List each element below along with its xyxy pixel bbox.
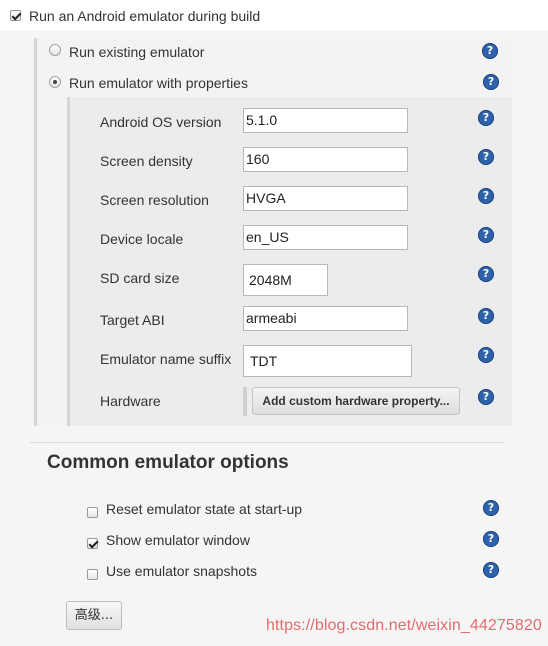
show-emulator-window-checkbox[interactable] [87,538,98,549]
device-locale-label: Device locale [100,231,184,247]
add-custom-hardware-property-button[interactable]: Add custom hardware property... [252,387,460,415]
help-icon[interactable] [483,531,499,547]
run-emulator-with-properties-label: Run emulator with properties [69,75,248,91]
sd-card-size-label: SD card size [100,270,180,286]
run-emulator-label: Run an Android emulator during build [29,8,261,24]
reset-emulator-state-label: Reset emulator state at start-up [106,501,303,517]
section-divider [30,442,504,443]
sd-card-size-input[interactable]: 2048M [243,264,328,296]
help-icon[interactable] [478,188,494,204]
screen-density-input[interactable]: 160 [243,147,408,172]
help-icon[interactable] [483,562,499,578]
help-icon[interactable] [483,500,499,516]
hardware-label: Hardware [100,393,161,409]
target-abi-label: Target ABI [100,312,165,328]
reset-emulator-state-checkbox[interactable] [87,507,98,518]
android-os-version-input[interactable]: 5.1.0 [243,108,408,133]
advanced-button[interactable]: 高级... [66,601,122,630]
emulator-name-suffix-label: Emulator name suffix [100,351,232,367]
help-icon[interactable] [478,308,494,324]
run-existing-emulator-label: Run existing emulator [69,44,205,60]
help-icon[interactable] [478,266,494,282]
screen-resolution-input[interactable]: HVGA [243,186,408,211]
use-emulator-snapshots-label: Use emulator snapshots [106,563,257,579]
android-os-version-label: Android OS version [100,114,222,130]
help-icon[interactable] [478,149,494,165]
emulator-name-suffix-input[interactable]: TDT [243,345,412,377]
common-emulator-options-title: Common emulator options [47,452,289,473]
screen-density-label: Screen density [100,153,193,169]
run-existing-emulator-radio[interactable] [49,44,61,56]
watermark: https://blog.csdn.net/weixin_44275820 [266,617,542,634]
help-icon[interactable] [478,347,494,363]
screen-resolution-label: Screen resolution [100,192,209,208]
show-emulator-window-label: Show emulator window [106,532,250,548]
help-icon[interactable] [478,227,494,243]
device-locale-input[interactable]: en_US [243,225,408,250]
help-icon[interactable] [482,43,498,59]
help-icon[interactable] [483,74,499,90]
target-abi-input[interactable]: armeabi [243,306,408,331]
use-emulator-snapshots-checkbox[interactable] [87,569,98,580]
help-icon[interactable] [478,389,494,405]
run-emulator-with-properties-radio[interactable] [49,76,61,88]
help-icon[interactable] [478,110,494,126]
run-emulator-checkbox[interactable] [10,10,21,21]
